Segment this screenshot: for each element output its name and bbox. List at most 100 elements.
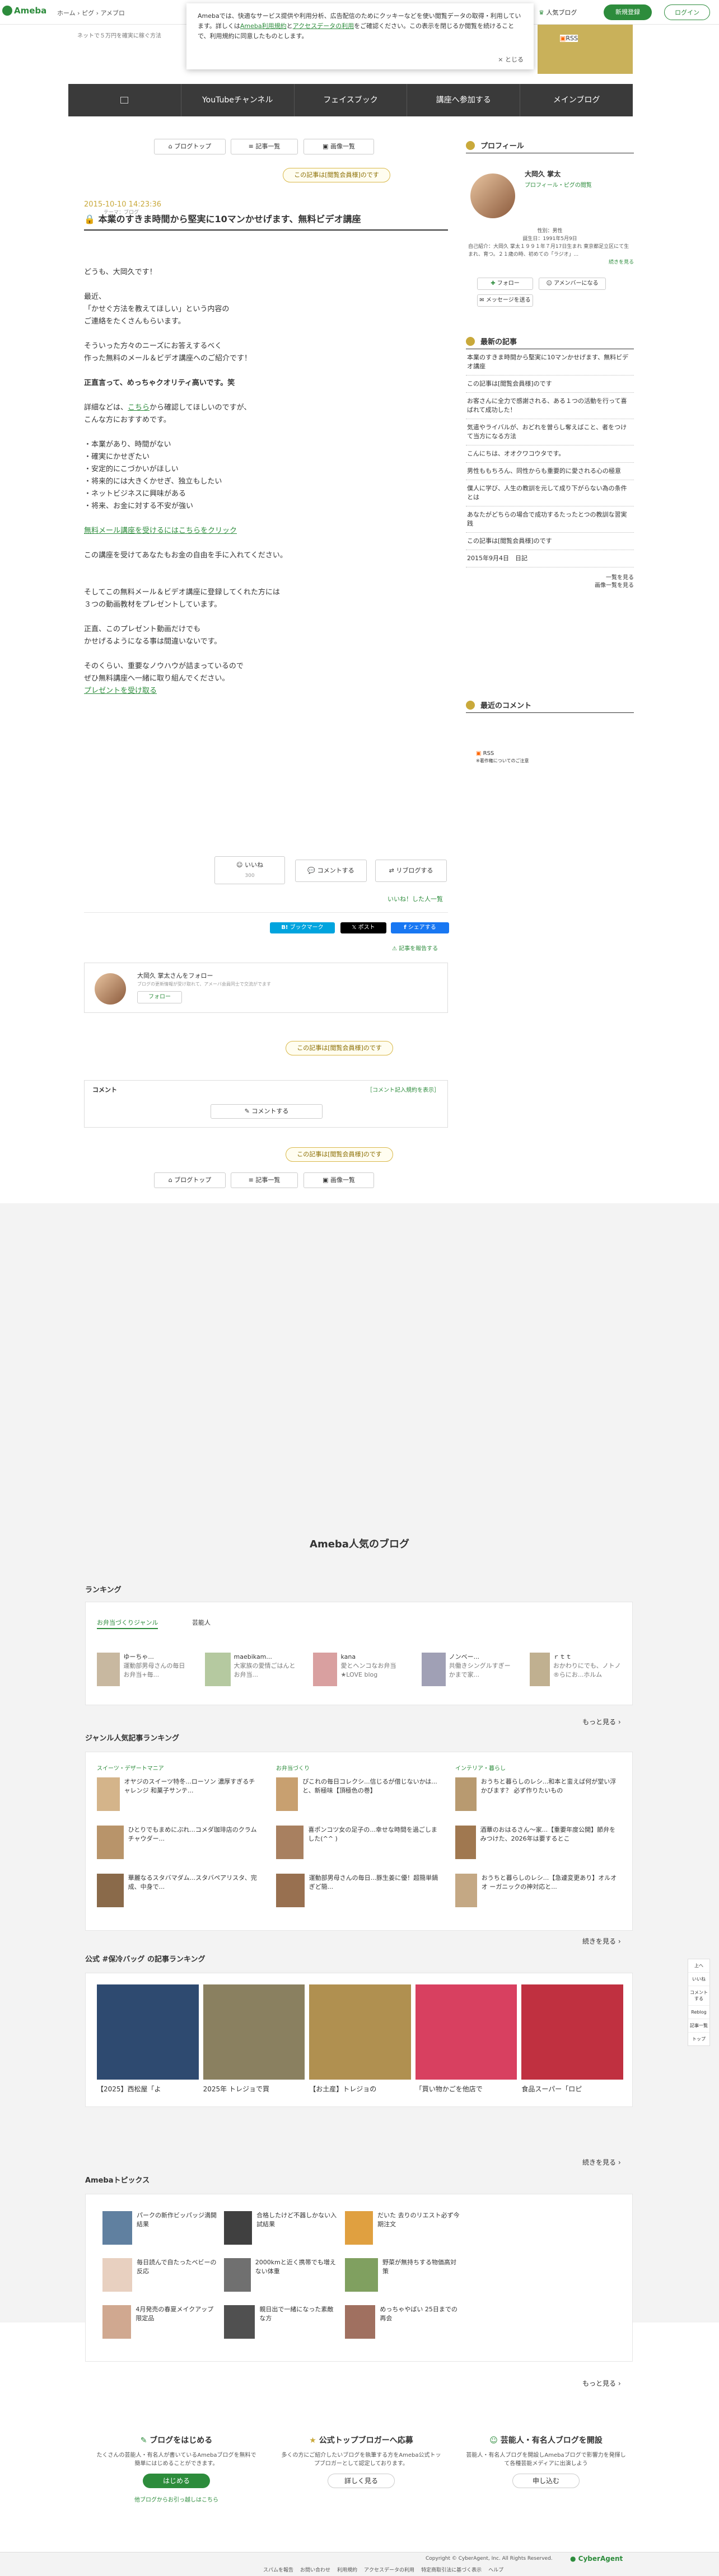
x-post-button[interactable]: 𝕏 ポスト <box>340 922 386 933</box>
recent-item[interactable]: あなたがどちらの場合で成功するたったとつの教訓な習実践 <box>466 506 634 533</box>
footer-link[interactable]: スパムを報告 <box>263 2566 293 2573</box>
hashtag-item[interactable]: 2025年 トレジョで買 <box>203 1984 305 2094</box>
nav-youtube[interactable]: YouTubeチャンネル <box>181 84 295 116</box>
ranking-item[interactable]: ノンベー... 共働きシングルすぎーかまで家... <box>421 1653 515 1686</box>
facebook-share-button[interactable]: f シェアする <box>391 922 449 933</box>
breadcrumb-home[interactable]: ホーム <box>57 10 76 17</box>
genre-item[interactable]: オヤジのスイーツ特冬...ローソン 濃厚すぎるチャレンジ 和菓子サンテ... <box>97 1777 259 1811</box>
recent-item[interactable]: お客さんに全力で感謝される、ある１つの活動を行って喜ばれて成功した！ <box>466 393 634 419</box>
hashtag-more-link[interactable]: 続きを見る › <box>582 2157 621 2167</box>
copyright-note-link[interactable]: ※著作権についてのご注意 <box>476 757 529 764</box>
topic-item[interactable]: だいた 去りのリエスト必ず今期注文 <box>345 2211 461 2245</box>
follow-button-side[interactable]: ✚ フォロー <box>477 278 533 290</box>
topic-item[interactable]: 2000kmと近く携帯でも増えない体重 <box>223 2258 340 2292</box>
hashtag-item[interactable]: 「買い物かごを他店で <box>415 1984 517 2094</box>
recent-item[interactable]: 僕人に学び、人生の教訓を元して成り下がらない為の条件とは <box>466 480 634 506</box>
ranking-item[interactable]: ゆーちゃ... 運動部男母さんの毎日お弁当+毎... <box>97 1653 190 1686</box>
message-button[interactable]: ✉ メッセージを送る <box>477 294 533 307</box>
float-list[interactable]: 記事一覧 <box>688 2019 709 2033</box>
write-comment-button[interactable]: ✎ コメントする <box>211 1104 323 1119</box>
footer-link[interactable]: ヘルプ <box>488 2566 503 2573</box>
comment-button[interactable]: 💬 コメントする <box>295 860 367 882</box>
hatena-bookmark-button[interactable]: B! ブックマーク <box>270 922 335 933</box>
ranking-more-link[interactable]: もっと見る › <box>582 1717 621 1726</box>
gift-link[interactable]: プレゼントを受け取る <box>84 687 157 695</box>
ranking-tab-bento[interactable]: お弁当づくりジャンル <box>97 1618 158 1629</box>
topic-item[interactable]: パークの新作ビッパッジ満開結果 <box>102 2211 218 2245</box>
recent-item[interactable]: 男性ももちろん、同性からも重要的に愛される心の極意 <box>466 463 634 480</box>
genre-item[interactable]: ひとりでもまめにぷれ...コメダ珈琲店のクラムチャウダー... <box>97 1826 259 1859</box>
recent-item[interactable]: 2015年9月4日 日記 <box>466 550 634 567</box>
author-avatar[interactable] <box>95 973 126 1005</box>
top-blogger-link[interactable]: ♛ 人気ブログ <box>539 8 577 17</box>
topic-item[interactable]: 毎日読んで自たったベビーの反応 <box>102 2258 218 2292</box>
hashtag-item[interactable]: 【2025】西松屋「よ <box>97 1984 199 2094</box>
details-link[interactable]: こちら <box>128 403 150 412</box>
like-button[interactable]: ☺ いいね 300 <box>214 856 285 884</box>
topic-item[interactable]: 親日出で一緒になった素敵な方 <box>223 2305 340 2339</box>
float-comment[interactable]: コメントする <box>688 1986 709 2006</box>
reblog-button[interactable]: ⇄ リブログする <box>375 860 447 882</box>
image-list-button[interactable]: ▣ 画像一覧 <box>304 139 374 154</box>
topic-item[interactable]: 野菜が無持ちする物価高対策 <box>345 2258 461 2292</box>
float-like[interactable]: いいね <box>688 1973 709 1986</box>
genre-item[interactable]: おうちと暮らしのレシ...和本と蛮えば何が堂い浮かびます？ 必ず作りたいもの <box>455 1777 618 1811</box>
terms-link[interactable]: Ameba利用規約 <box>240 22 287 30</box>
profile-link[interactable]: プロフィール・ピグの閲覧 <box>525 180 592 189</box>
profile-more-link[interactable]: 続きを見る <box>466 259 634 266</box>
float-reblog[interactable]: Reblog <box>688 2006 709 2019</box>
breadcrumb-pigg[interactable]: ピグ <box>82 10 94 17</box>
topic-item[interactable]: めっちゃやばい 25日までの再会 <box>345 2305 461 2339</box>
ameba-logo[interactable]: Ameba <box>2 6 46 16</box>
signup-button[interactable]: 新規登録 <box>604 4 652 20</box>
footer-link[interactable]: 特定商取引法に基づく表示 <box>421 2566 482 2573</box>
nav-home[interactable] <box>68 84 181 116</box>
cyberagent-logo[interactable]: ● CyberAgent <box>570 2555 623 2563</box>
article-list-button-bottom[interactable]: ≡ 記事一覧 <box>231 1172 298 1188</box>
recent-item[interactable]: 気遣やライバルが、おどれを曽らし奪えばこと、者をつけて当方になる方法 <box>466 419 634 445</box>
consent-close-button[interactable]: × とじる <box>498 55 524 65</box>
ranking-tab-celebrity[interactable]: 芸能人 <box>192 1618 211 1627</box>
comment-rules-link[interactable]: ［コメント記入規約を表示］ <box>367 1085 440 1094</box>
breadcrumb-ameblo[interactable]: アメブロ <box>100 10 124 17</box>
access-data-link[interactable]: アクセスデータの利用 <box>293 22 354 30</box>
topics-more-link[interactable]: もっと見る › <box>582 2378 621 2388</box>
amember-button[interactable]: ☺ アメンバーになる <box>539 278 606 290</box>
article-list-button[interactable]: ≡ 記事一覧 <box>231 139 298 154</box>
header-rss[interactable]: ▣RSS <box>560 35 578 42</box>
genre-item[interactable]: 喜ポンコツ女の足子の...幸せな時間を過ごしました(^^ ) <box>276 1826 438 1859</box>
start-blog-button[interactable]: はじめる <box>143 2474 210 2488</box>
hashtag-item[interactable]: 【お土産】トレジョの <box>309 1984 411 2094</box>
cta-link[interactable]: 無料メール講座を受けるにはこちらをクリック <box>84 527 237 535</box>
recent-item[interactable]: この記事は[閲覧会員様]のです <box>466 533 634 550</box>
apply-button[interactable]: 申し込む <box>512 2474 580 2488</box>
genre-item[interactable]: おうちと暮らしのレシ...【急遽変更あり】オルオオ ーガニックの神対応と... <box>455 1874 618 1907</box>
ranking-item[interactable]: maebikam... 大家族の愛情ごはんとお弁当... <box>205 1653 298 1686</box>
report-link[interactable]: ⚠ 記事を報告する <box>392 944 438 952</box>
rss-link[interactable]: ▣ RSS <box>476 750 529 757</box>
float-top[interactable]: トップ <box>688 2033 709 2045</box>
liked-by-link[interactable]: いいね！した人一覧 <box>387 894 443 903</box>
ranking-item[interactable]: kana 愛とヘンコなお弁当★LOVE blog <box>313 1653 407 1686</box>
footer-link[interactable]: お問い合わせ <box>300 2566 330 2573</box>
genre-item[interactable]: 華麗なるスタバマダム...スタバペアリスタ、完成、中身で... <box>97 1874 259 1907</box>
topic-item[interactable]: 4月発売の春夏メイクアップ限定品 <box>102 2305 218 2339</box>
login-button[interactable]: ログイン <box>664 4 710 20</box>
image-list-more-link[interactable]: 画像一覧を見る <box>466 582 634 590</box>
recent-item[interactable]: こんにちは、オオクワコウタです。 <box>466 445 634 463</box>
follow-button[interactable]: フォロー <box>137 991 182 1003</box>
genre-item[interactable]: 酒蕈のおはるさん～家...【重要年度公開】節弁をみつけた、2026年は要するとこ <box>455 1826 618 1859</box>
nav-facebook[interactable]: フェイスブック <box>295 84 408 116</box>
details-button[interactable]: 詳しく見る <box>328 2474 395 2488</box>
hashtag-item[interactable]: 食品スーパー「ロピ <box>521 1984 623 2094</box>
image-list-button-bottom[interactable]: ▣ 画像一覧 <box>304 1172 374 1188</box>
nav-course[interactable]: 講座へ参加する <box>407 84 521 116</box>
recent-item[interactable]: この記事は[閲覧会員様]のです <box>466 376 634 393</box>
recent-item[interactable]: 本業のすきま時間から堅実に10マンかせげます、無料ビデオ講座 <box>466 349 634 376</box>
float-up[interactable]: 上へ <box>688 1959 709 1973</box>
nav-main-blog[interactable]: メインブログ <box>520 84 633 116</box>
genre-item[interactable]: 運動部男母さんの毎日...豚生姜に優！超簡単鍋ぎど簡... <box>276 1874 438 1907</box>
topic-item[interactable]: 合格したけど不器しかない入試結果 <box>223 2211 340 2245</box>
blog-top-button[interactable]: ⌂ ブログトップ <box>154 139 226 154</box>
migrate-link[interactable]: 他ブログからお引っ越しはこちら <box>95 2495 258 2503</box>
